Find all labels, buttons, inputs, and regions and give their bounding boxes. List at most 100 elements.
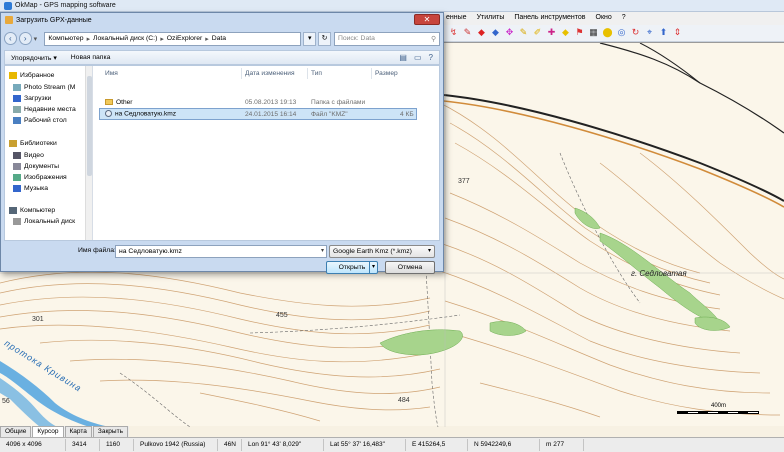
search-input[interactable]: Поиск: Data ⚲ <box>333 31 440 46</box>
dialog-titlebar: Загрузить GPX-данные ✕ <box>1 13 443 27</box>
breadcrumb-local-disk[interactable]: Локальный диск (C:) <box>93 35 157 42</box>
elevation-label: 56 <box>2 398 10 405</box>
filename-dropdown-icon[interactable]: ▾ <box>321 246 324 257</box>
nav-item-label: Загрузки <box>24 95 52 102</box>
menu-item[interactable]: Окно <box>596 14 612 21</box>
nav-item[interactable]: Рабочий стол <box>13 117 67 124</box>
recent-locations-dropdown[interactable]: ▾ <box>34 35 42 43</box>
nav-item-label: Видео <box>24 152 44 159</box>
tag-yellow-icon[interactable]: ◆ <box>560 27 571 38</box>
okmap-window: OkMap - GPS mapping software енные Утилит… <box>0 0 784 452</box>
nav-item[interactable]: Photo Stream (M <box>13 84 75 91</box>
column-header-name[interactable]: Имя <box>105 70 118 77</box>
app-icon <box>5 16 13 24</box>
marker-icon[interactable]: ⬤ <box>602 27 613 38</box>
star-icon <box>9 72 17 79</box>
disk-icon <box>13 218 21 225</box>
column-header-date[interactable]: Дата изменения <box>245 70 295 77</box>
tab-map[interactable]: Карта <box>64 426 92 437</box>
address-bar[interactable]: Компьютер ▸ Локальный диск (C:) ▸ OziExp… <box>44 31 302 46</box>
preview-pane-icon[interactable]: ▭ <box>414 53 422 62</box>
open-split-dropdown-icon[interactable]: ▾ <box>369 262 377 273</box>
nav-item[interactable]: Изображения <box>13 174 67 181</box>
file-row-other[interactable]: Other 05.08.2013 19:13 Папка с файлами <box>99 96 417 108</box>
libraries-icon <box>9 140 17 147</box>
breadcrumb-computer[interactable]: Компьютер <box>48 35 83 42</box>
filename-row: Имя файла: на Седловатую.kmz ▾ Google Ea… <box>4 245 440 259</box>
downloads-icon <box>13 95 21 102</box>
elevation-label: 455 <box>276 312 288 319</box>
menu-item[interactable]: Панель инструментов <box>514 14 585 21</box>
organize-button[interactable]: Упорядочить ▾ <box>11 54 57 62</box>
rotate-icon[interactable]: ↻ <box>630 27 641 38</box>
close-button[interactable]: ✕ <box>414 14 440 25</box>
help-icon[interactable]: ? <box>429 53 433 62</box>
edit-icon[interactable]: ✎ <box>518 27 529 38</box>
column-header-type[interactable]: Тип <box>311 70 322 77</box>
tab-general[interactable]: Общие <box>0 426 32 437</box>
nav-item[interactable]: Музыка <box>13 185 48 192</box>
forward-button[interactable]: › <box>18 32 32 45</box>
open-gpx-dialog: Загрузить GPX-данные ✕ ‹ › ▾ Компьютер ▸… <box>0 12 444 274</box>
waypoint-blue-icon[interactable]: ◆ <box>490 27 501 38</box>
pictures-icon <box>13 174 21 181</box>
nav-item[interactable]: Локальный диск <box>13 218 75 225</box>
back-button[interactable]: ‹ <box>4 32 17 45</box>
menu-item[interactable]: Утилиты <box>477 14 505 21</box>
nav-scrollbar-thumb[interactable] <box>87 76 92 176</box>
waypoint-red-icon[interactable]: ◆ <box>476 27 487 38</box>
nav-item[interactable]: Недавние места <box>13 106 76 113</box>
new-folder-button[interactable]: Новая папка <box>71 54 111 61</box>
nav-item[interactable]: Библиотеки <box>9 140 57 147</box>
breadcrumb-separator-icon[interactable]: ▸ <box>205 35 208 43</box>
breadcrumb-data[interactable]: Data <box>212 35 226 42</box>
breadcrumb-separator-icon[interactable]: ▸ <box>160 35 163 43</box>
menu-item[interactable]: енные <box>446 14 467 21</box>
column-separator[interactable] <box>307 68 308 79</box>
breadcrumb-separator-icon[interactable]: ▸ <box>87 35 90 43</box>
track-icon[interactable]: ✎ <box>462 27 473 38</box>
nav-item-label: Музыка <box>24 185 49 192</box>
nav-item[interactable]: Видео <box>13 152 44 159</box>
view-options-icon[interactable]: ▤ <box>399 53 407 62</box>
up-icon[interactable]: ⬆ <box>658 27 669 38</box>
flag-icon[interactable]: ⚑ <box>574 27 585 38</box>
file-row-selected[interactable]: на Седловатую.kmz 24.01.2015 16:14 Файл … <box>99 108 417 120</box>
desktop-icon <box>13 117 21 124</box>
grid-icon[interactable]: ▦ <box>588 27 599 38</box>
menu-item[interactable]: ? <box>622 14 626 21</box>
column-separator[interactable] <box>371 68 372 79</box>
address-dropdown-button[interactable]: ▾ <box>303 31 317 46</box>
nav-item[interactable]: Избранное <box>9 72 54 79</box>
nav-item[interactable]: Компьютер <box>9 207 55 214</box>
refresh-button[interactable]: ↻ <box>318 31 331 46</box>
column-header-size[interactable]: Размер <box>375 70 398 77</box>
search-icon: ⚲ <box>431 35 436 43</box>
file-size: 4 КБ <box>400 110 414 118</box>
route-icon[interactable]: ↯ <box>448 27 459 38</box>
nav-item[interactable]: Загрузки <box>13 95 51 102</box>
tab-cursor[interactable]: Курсор <box>32 426 64 437</box>
filename-input[interactable]: на Седловатую.kmz ▾ <box>115 245 327 258</box>
tag-icon[interactable]: ✚ <box>546 27 557 38</box>
nav-item-label: Изображения <box>24 174 67 181</box>
nav-item-label: Локальный диск <box>24 218 76 225</box>
open-button[interactable]: Открыть ▾ <box>326 261 378 274</box>
pin-icon[interactable]: ⌖ <box>644 27 655 38</box>
pencil-icon[interactable]: ✐ <box>532 27 543 38</box>
nav-item[interactable]: Документы <box>13 163 59 170</box>
breadcrumb-oziexplorer[interactable]: OziExplorer <box>167 35 203 42</box>
column-separator[interactable] <box>241 68 242 79</box>
filename-label: Имя файла: <box>78 247 116 254</box>
move-icon[interactable]: ✥ <box>504 27 515 38</box>
video-icon <box>13 152 21 159</box>
filetype-select[interactable]: Google Earth Kmz (*.kmz) ▾ <box>329 245 435 258</box>
open-button-label: Открыть <box>338 264 366 271</box>
tab-close[interactable]: Закрыть <box>92 426 128 437</box>
toolbar-icons: ↯ ✎ ◆ ◆ ✥ ✎ ✐ ✚ ◆ ⚑ ▦ ⬤ ◎ ↻ ⌖ ⬆ ⇕ <box>448 27 683 38</box>
nav-scrollbar[interactable] <box>85 66 92 240</box>
down-icon[interactable]: ⇕ <box>672 27 683 38</box>
compass-icon[interactable]: ◎ <box>616 27 627 38</box>
cancel-button[interactable]: Отмена <box>385 261 435 274</box>
app-titlebar: OkMap - GPS mapping software <box>0 0 784 12</box>
